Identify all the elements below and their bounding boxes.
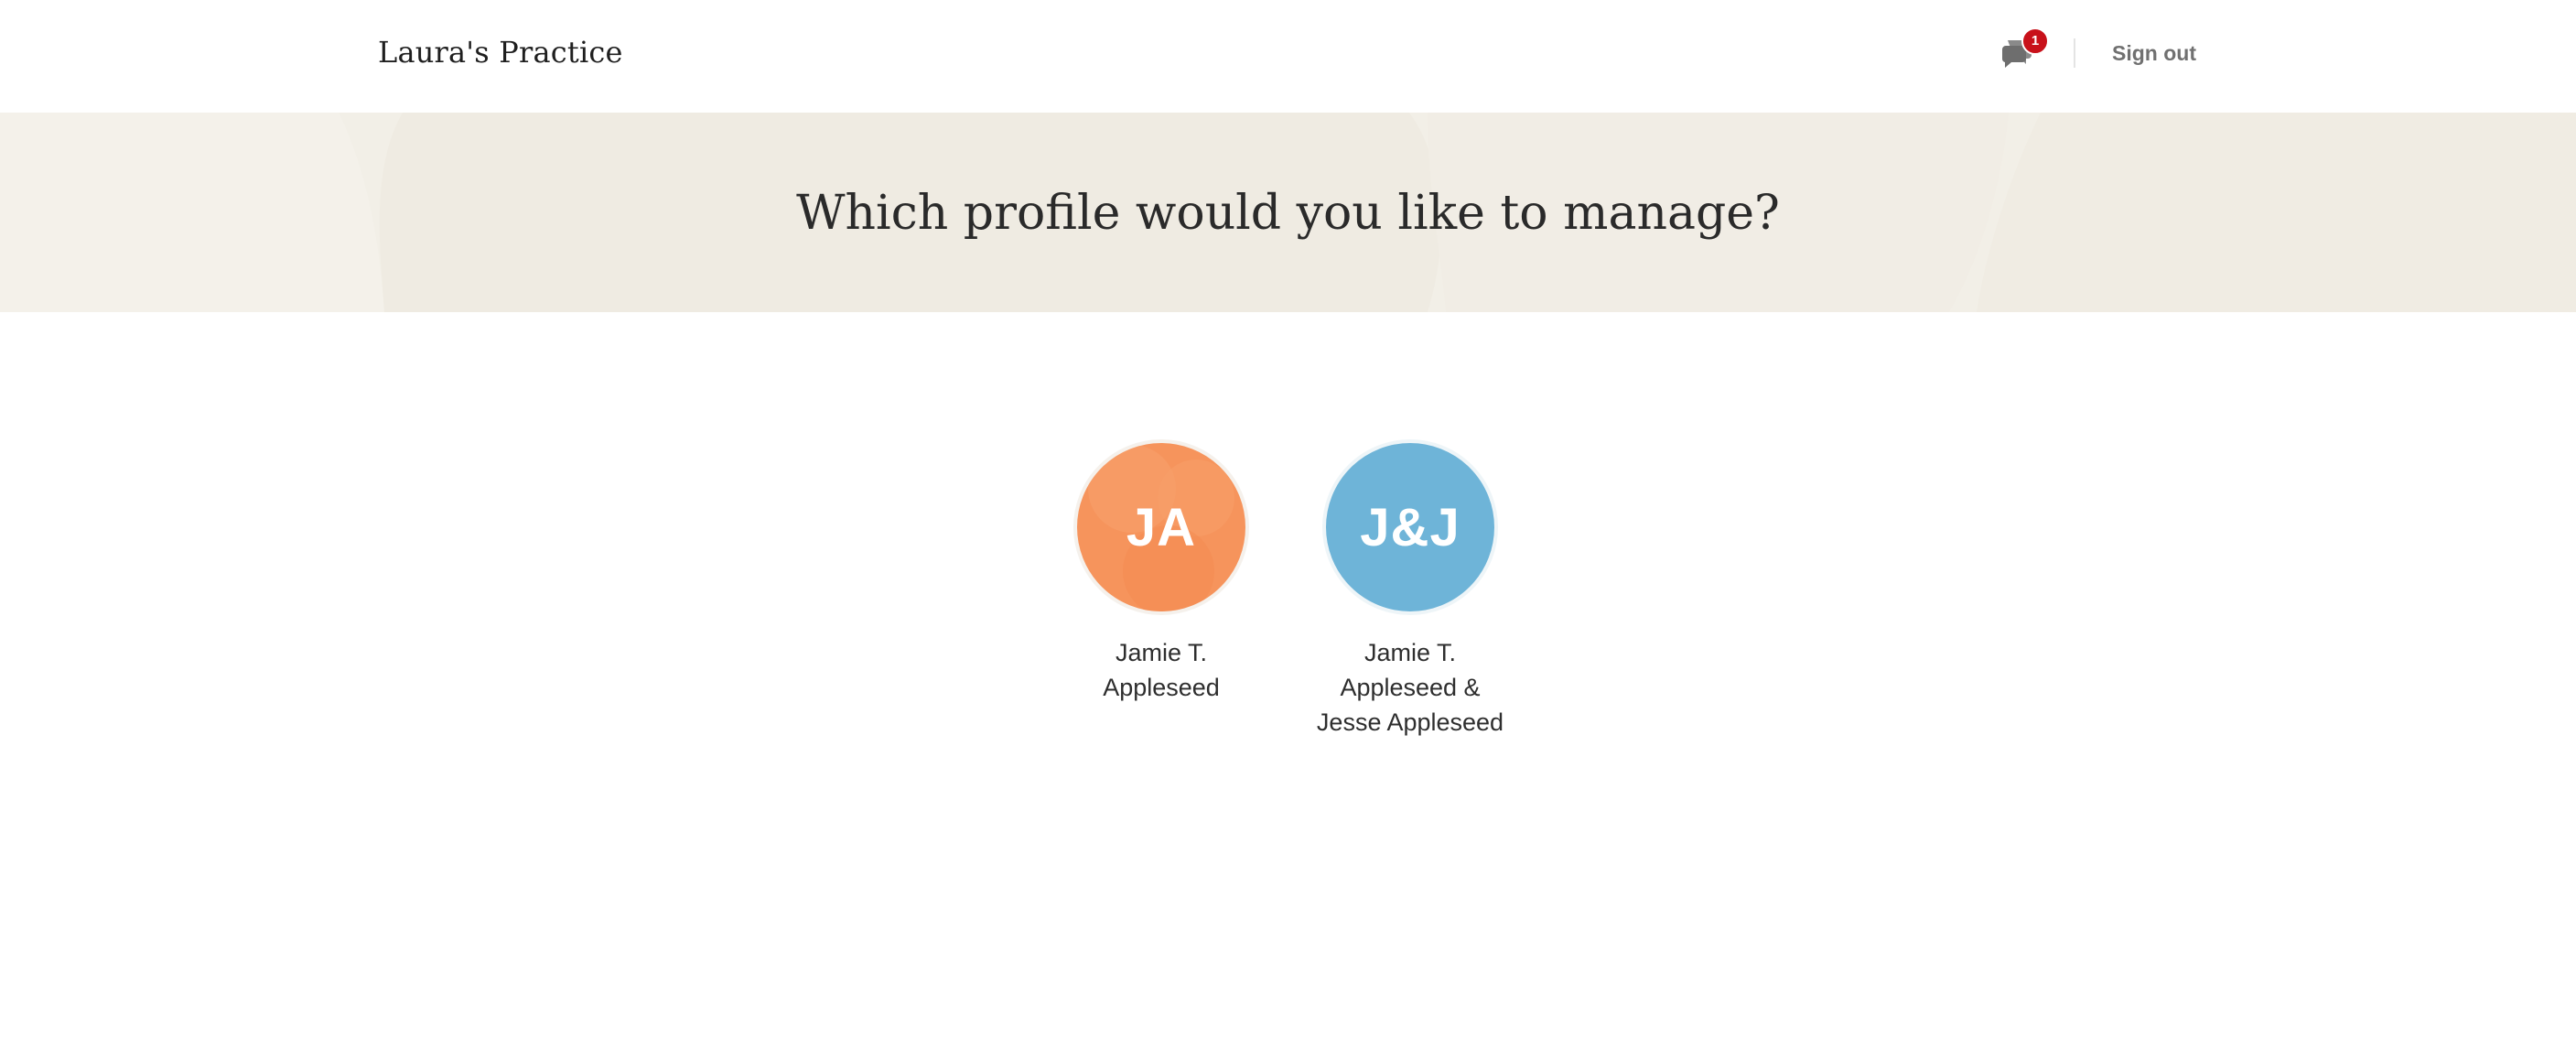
messages-button[interactable]: 1 [1995, 27, 2049, 77]
page-header-banner: Which profile would you like to manage? [0, 113, 2576, 312]
avatar-initials: J&J [1360, 497, 1460, 557]
profile-list: JA Jamie T. Appleseed J&J Jamie T. Apple… [0, 439, 2576, 769]
profile-card-jamie[interactable]: JA Jamie T. Appleseed [1056, 439, 1266, 705]
top-navigation-bar: Laura's Practice 1 Sign out [0, 0, 2576, 113]
practice-name[interactable]: Laura's Practice [378, 35, 623, 70]
unread-count-badge: 1 [2021, 27, 2049, 55]
profile-name: Jamie T. Appleseed [1103, 639, 1220, 701]
sign-out-link[interactable]: Sign out [2112, 41, 2196, 66]
avatar: J&J [1322, 439, 1498, 615]
avatar: JA [1073, 439, 1249, 615]
page-title: Which profile would you like to manage? [796, 186, 1780, 241]
avatar-initials: JA [1126, 497, 1197, 557]
profile-name: Jamie T. Appleseed & Jesse Appleseed [1316, 639, 1504, 736]
profile-card-jamie-and-jesse[interactable]: J&J Jamie T. Appleseed & Jesse Appleseed [1305, 439, 1515, 740]
nav-divider [2074, 38, 2075, 68]
